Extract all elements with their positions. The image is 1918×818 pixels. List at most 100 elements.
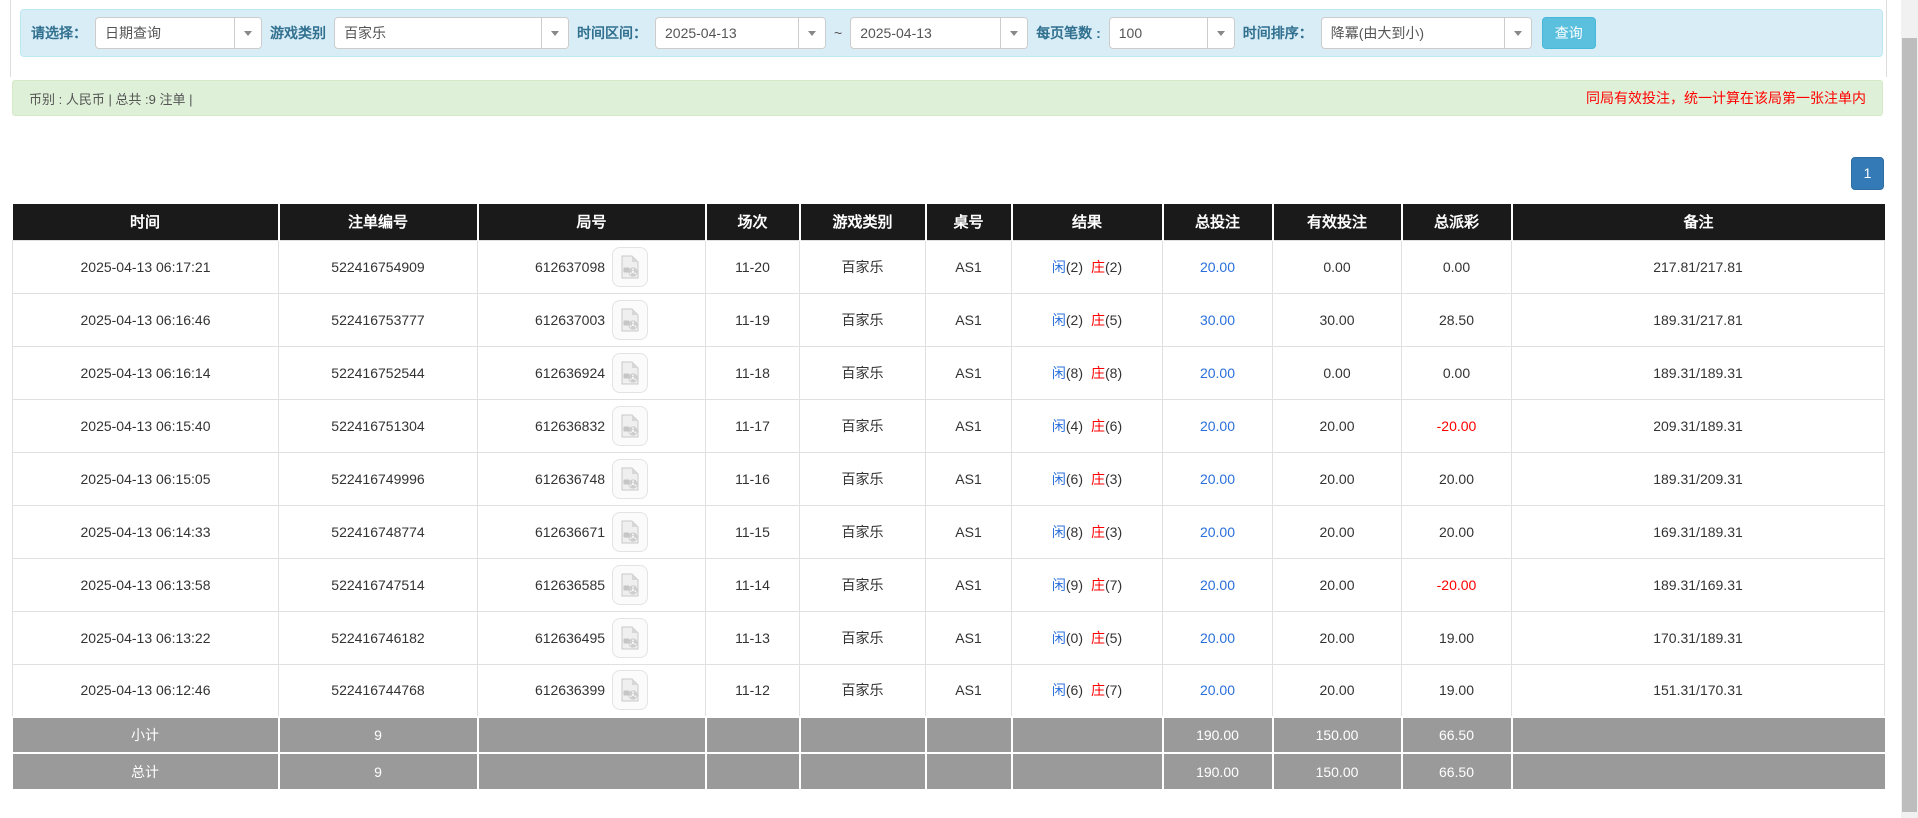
cell-payout: 19.00 bbox=[1402, 611, 1512, 664]
date-to-select[interactable]: 2025-04-13 bbox=[850, 17, 1028, 49]
cell-session: 11-17 bbox=[706, 399, 800, 452]
cell-round-id: 612637098 bbox=[478, 240, 706, 293]
time-sort-select[interactable]: 降冪(由大到小) bbox=[1321, 17, 1532, 49]
banker-result-label: 庄 bbox=[1091, 312, 1105, 328]
pagination-page-1[interactable]: 1 bbox=[1851, 157, 1884, 190]
time-range-label: 时间区间： bbox=[577, 23, 647, 43]
cell-time: 2025-04-13 06:17:21 bbox=[13, 240, 279, 293]
game-category-select[interactable]: 百家乐 bbox=[334, 17, 569, 49]
table-body: 2025-04-13 06:17:21 522416754909 6126370… bbox=[13, 240, 1885, 717]
banker-result-label: 庄 bbox=[1091, 630, 1105, 646]
video-file-icon bbox=[620, 520, 640, 544]
time-sort-value: 降冪(由大到小) bbox=[1322, 18, 1504, 48]
player-result-score: (2) bbox=[1066, 259, 1083, 275]
total-bet-link[interactable]: 30.00 bbox=[1200, 312, 1235, 328]
cell-table-no: AS1 bbox=[926, 346, 1012, 399]
cell-valid-bet: 0.00 bbox=[1273, 346, 1402, 399]
video-replay-button[interactable] bbox=[612, 512, 648, 552]
game-category-value: 百家乐 bbox=[335, 18, 541, 48]
video-replay-button[interactable] bbox=[612, 618, 648, 658]
cell-result: 闲(9)庄(7) bbox=[1012, 558, 1163, 611]
header-round-id: 局号 bbox=[478, 204, 706, 240]
cell-total-bet: 20.00 bbox=[1163, 505, 1273, 558]
cell-result: 闲(4)庄(6) bbox=[1012, 399, 1163, 452]
header-game-category: 游戏类别 bbox=[800, 204, 926, 240]
total-bet-link[interactable]: 20.00 bbox=[1200, 524, 1235, 540]
query-button[interactable]: 查询 bbox=[1542, 17, 1596, 49]
banker-result-score: (7) bbox=[1105, 682, 1122, 698]
player-result-label: 闲 bbox=[1052, 577, 1066, 593]
scrollbar-thumb[interactable] bbox=[1902, 38, 1917, 812]
cell-result: 闲(8)庄(3) bbox=[1012, 505, 1163, 558]
cell-remark: 189.31/217.81 bbox=[1512, 293, 1885, 346]
round-id-text: 612636495 bbox=[535, 630, 605, 646]
cell-game-category: 百家乐 bbox=[800, 611, 926, 664]
banker-result-label: 庄 bbox=[1091, 418, 1105, 434]
cell-valid-bet: 0.00 bbox=[1273, 240, 1402, 293]
cell-time: 2025-04-13 06:16:46 bbox=[13, 293, 279, 346]
cell-time: 2025-04-13 06:14:33 bbox=[13, 505, 279, 558]
table-row: 2025-04-13 06:15:40 522416751304 6126368… bbox=[13, 399, 1885, 452]
date-from-select[interactable]: 2025-04-13 bbox=[655, 17, 826, 49]
cell-total-bet: 20.00 bbox=[1163, 452, 1273, 505]
total-bet-link[interactable]: 20.00 bbox=[1200, 577, 1235, 593]
query-type-value: 日期查询 bbox=[96, 18, 234, 48]
header-total-bet: 总投注 bbox=[1163, 204, 1273, 240]
video-replay-button[interactable] bbox=[612, 459, 648, 499]
cell-payout: 19.00 bbox=[1402, 664, 1512, 717]
cell-result: 闲(6)庄(7) bbox=[1012, 664, 1163, 717]
total-label: 总计 bbox=[13, 753, 279, 789]
subtotal-row: 小计 9 190.00 150.00 66.50 bbox=[13, 717, 1885, 753]
cell-payout: 20.00 bbox=[1402, 505, 1512, 558]
query-type-select[interactable]: 日期查询 bbox=[95, 17, 262, 49]
round-id-text: 612637003 bbox=[535, 312, 605, 328]
subtotal-label: 小计 bbox=[13, 717, 279, 753]
cell-remark: 151.31/170.31 bbox=[1512, 664, 1885, 717]
table-row: 2025-04-13 06:14:33 522416748774 6126366… bbox=[13, 505, 1885, 558]
video-replay-button[interactable] bbox=[612, 406, 648, 446]
valid-bet-note: 同局有效投注，统一计算在该局第一张注单内 bbox=[1586, 88, 1866, 108]
cell-table-no: AS1 bbox=[926, 399, 1012, 452]
filter-bar: 请选择： 日期查询 游戏类别 百家乐 时间区间： 2025-04-13 ~ 20… bbox=[20, 9, 1883, 57]
total-bet-link[interactable]: 20.00 bbox=[1200, 365, 1235, 381]
header-table-no: 桌号 bbox=[926, 204, 1012, 240]
chevron-down-icon[interactable] bbox=[541, 18, 568, 48]
cell-session: 11-20 bbox=[706, 240, 800, 293]
table-row: 2025-04-13 06:17:21 522416754909 6126370… bbox=[13, 240, 1885, 293]
video-replay-button[interactable] bbox=[612, 353, 648, 393]
cell-session: 11-16 bbox=[706, 452, 800, 505]
chevron-down-icon[interactable] bbox=[1207, 18, 1234, 48]
cell-session: 11-14 bbox=[706, 558, 800, 611]
total-bet-link[interactable]: 20.00 bbox=[1200, 682, 1235, 698]
banker-result-score: (5) bbox=[1105, 312, 1122, 328]
video-replay-button[interactable] bbox=[612, 300, 648, 340]
cell-valid-bet: 20.00 bbox=[1273, 452, 1402, 505]
cell-bet-id: 522416753777 bbox=[279, 293, 478, 346]
cell-valid-bet: 20.00 bbox=[1273, 505, 1402, 558]
cell-remark: 209.31/189.31 bbox=[1512, 399, 1885, 452]
total-bet-link[interactable]: 20.00 bbox=[1200, 259, 1235, 275]
chevron-down-icon[interactable] bbox=[1000, 18, 1027, 48]
cell-result: 闲(6)庄(3) bbox=[1012, 452, 1163, 505]
per-page-select[interactable]: 100 bbox=[1109, 17, 1235, 49]
video-replay-button[interactable] bbox=[612, 247, 648, 287]
cell-result: 闲(0)庄(5) bbox=[1012, 611, 1163, 664]
banker-result-label: 庄 bbox=[1091, 682, 1105, 698]
cell-table-no: AS1 bbox=[926, 611, 1012, 664]
player-result-label: 闲 bbox=[1052, 365, 1066, 381]
subtotal-payout: 66.50 bbox=[1402, 717, 1512, 753]
chevron-down-icon[interactable] bbox=[1504, 18, 1531, 48]
cell-round-id: 612636832 bbox=[478, 399, 706, 452]
video-replay-button[interactable] bbox=[612, 565, 648, 605]
cell-time: 2025-04-13 06:15:40 bbox=[13, 399, 279, 452]
vertical-scrollbar[interactable] bbox=[1901, 0, 1918, 818]
total-bet-link[interactable]: 20.00 bbox=[1200, 418, 1235, 434]
total-bet-link[interactable]: 20.00 bbox=[1200, 471, 1235, 487]
video-replay-button[interactable] bbox=[612, 670, 648, 710]
chevron-down-icon[interactable] bbox=[234, 18, 261, 48]
cell-bet-id: 522416754909 bbox=[279, 240, 478, 293]
subtotal-count: 9 bbox=[279, 717, 478, 753]
banker-result-score: (7) bbox=[1105, 577, 1122, 593]
chevron-down-icon[interactable] bbox=[798, 18, 825, 48]
total-bet-link[interactable]: 20.00 bbox=[1200, 630, 1235, 646]
